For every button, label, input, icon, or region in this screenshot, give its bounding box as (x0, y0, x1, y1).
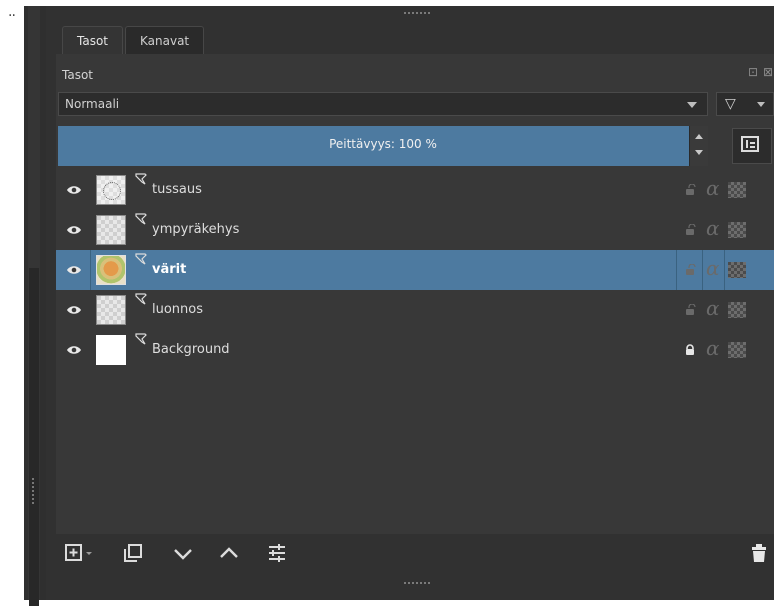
opacity-label: Peittävyys: 100 % (329, 137, 437, 151)
paint-layer-icon (135, 213, 147, 225)
layer-row[interactable]: luonnos α (56, 290, 774, 330)
lock-icon[interactable] (684, 224, 696, 236)
layer-row[interactable]: värit α (56, 250, 774, 290)
trash-icon[interactable] (748, 542, 770, 564)
eye-icon[interactable] (66, 344, 82, 356)
panel-title-buttons: ⊡ ⊠ (747, 66, 774, 78)
row-divider (676, 250, 677, 290)
lock-icon[interactable] (684, 264, 696, 276)
paint-layer-icon (135, 253, 147, 265)
layer-name[interactable]: luonnos (152, 302, 203, 317)
layer-thumbnail[interactable] (96, 215, 126, 245)
alpha-icon[interactable]: α (706, 177, 720, 199)
layer-thumbnail[interactable] (96, 175, 126, 205)
layer-row[interactable]: Background α (56, 330, 774, 370)
float-icon[interactable]: ⊡ (747, 66, 759, 78)
paint-layer-icon (135, 173, 147, 185)
chevron-down-icon[interactable] (172, 542, 194, 564)
opacity-slider[interactable]: Peittävyys: 100 % (58, 126, 708, 166)
tab-layers[interactable]: Tasot (62, 26, 123, 55)
eye-icon[interactable] (66, 184, 82, 196)
docker-top-grip[interactable] (404, 12, 430, 17)
row-divider (724, 250, 725, 290)
layer-row[interactable]: ympyräkehys α (56, 210, 774, 250)
layers-docker: Tasot Kanavat Tasot ⊡ ⊠ Normaali ▽ Peitt… (46, 6, 774, 600)
spin-down-icon[interactable] (695, 150, 703, 155)
checker-icon[interactable] (728, 342, 746, 358)
left-scrollbar[interactable] (29, 268, 39, 606)
eye-icon[interactable] (66, 264, 82, 276)
chevron-up-icon[interactable] (218, 542, 240, 564)
blend-mode-select[interactable]: Normaali (58, 92, 708, 116)
blend-mode-value: Normaali (65, 97, 120, 111)
add-layer-icon[interactable] (64, 542, 86, 564)
paint-layer-icon (135, 293, 147, 305)
lock-icon[interactable] (684, 184, 696, 196)
layer-name[interactable]: tussaus (152, 182, 202, 197)
paint-layer-icon (135, 333, 147, 345)
corner-grip: ·· (8, 8, 16, 24)
docker-bottom-grip[interactable] (404, 582, 430, 587)
layer-name[interactable]: ympyräkehys (152, 222, 239, 237)
layer-name[interactable]: värit (152, 262, 186, 277)
checker-icon[interactable] (728, 262, 746, 278)
row-divider (90, 250, 91, 290)
lock-icon[interactable] (684, 304, 696, 316)
panel-title: Tasot (62, 68, 93, 82)
close-icon[interactable]: ⊠ (762, 66, 774, 78)
chevron-down-icon (757, 102, 765, 107)
alpha-icon[interactable]: α (706, 297, 720, 319)
layer-thumbnail[interactable] (96, 255, 126, 285)
eye-icon[interactable] (66, 304, 82, 316)
checker-icon[interactable] (728, 302, 746, 318)
tab-channels[interactable]: Kanavat (125, 26, 205, 55)
docker-tabs: Tasot Kanavat (62, 26, 206, 55)
alpha-icon[interactable]: α (706, 337, 720, 359)
alpha-icon[interactable]: α (706, 257, 720, 279)
left-dock-strip (24, 6, 47, 606)
layer-list: tussaus α ympyräkehys α värit α luonnos α Backgr… (56, 170, 774, 370)
layer-view-options-button[interactable] (732, 128, 772, 164)
alpha-icon[interactable]: α (706, 217, 720, 239)
lock-icon[interactable] (684, 344, 696, 356)
layer-name[interactable]: Background (152, 342, 230, 357)
eye-icon[interactable] (66, 224, 82, 236)
checker-icon[interactable] (728, 182, 746, 198)
sliders-icon[interactable] (266, 542, 288, 564)
spin-up-icon[interactable] (695, 134, 703, 139)
left-resize-grip[interactable] (32, 478, 36, 504)
layer-toolbar (56, 534, 774, 578)
layer-thumbnail[interactable] (96, 335, 126, 365)
checker-icon[interactable] (728, 222, 746, 238)
list-options-icon (741, 136, 759, 152)
add-layer-dropdown-icon[interactable] (84, 542, 94, 564)
layer-row[interactable]: tussaus α (56, 170, 774, 210)
opacity-spinner[interactable] (689, 126, 708, 166)
layers-panel: Tasot ⊡ ⊠ Normaali ▽ Peittävyys: 100 % t… (56, 54, 774, 534)
filter-icon: ▽ (725, 96, 736, 112)
duplicate-icon[interactable] (122, 542, 144, 564)
layer-thumbnail[interactable] (96, 295, 126, 325)
row-divider (702, 250, 703, 290)
layer-filter-button[interactable]: ▽ (716, 92, 774, 116)
chevron-down-icon (687, 102, 697, 108)
